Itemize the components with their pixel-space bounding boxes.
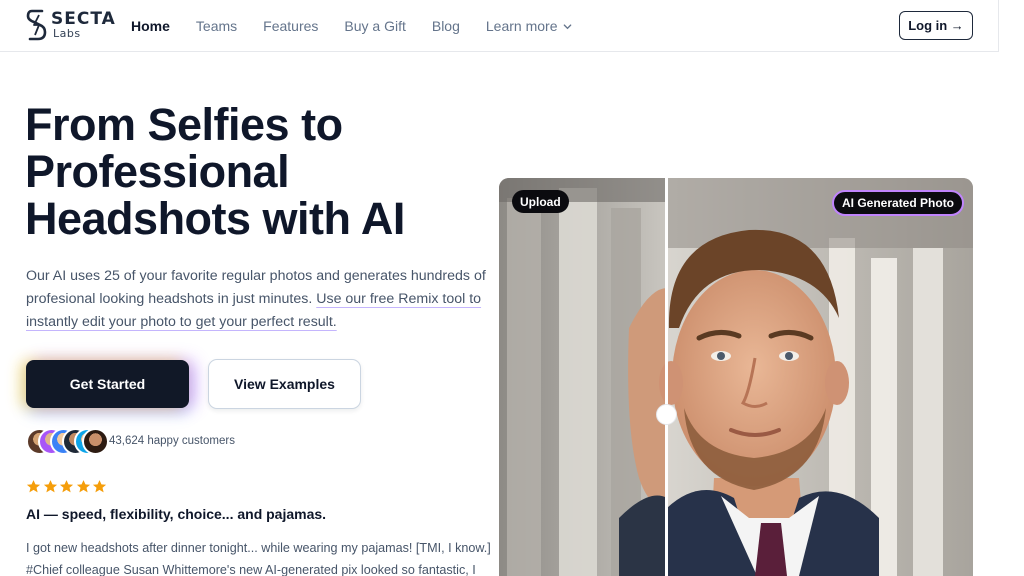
view-examples-button[interactable]: View Examples [208,359,361,409]
avatar [82,428,109,455]
upload-label: Upload [512,190,569,213]
star-icon [92,480,107,493]
nav-blog[interactable]: Blog [432,17,460,35]
star-icon [43,480,57,493]
star-icon [76,480,90,493]
headline-line-2: Professional [25,146,290,197]
login-button[interactable]: Log in → [899,11,973,40]
hero-description: Our AI uses 25 of your favorite regular … [26,265,496,334]
headline-line-1: From Selfies to [25,99,343,150]
get-started-button[interactable]: Get Started [26,360,189,408]
slider-handle-icon[interactable] [656,404,677,425]
review-body: I got new headshots after dinner tonight… [26,541,491,576]
nav-teams[interactable]: Teams [196,17,237,35]
nav-learn-more-label: Learn more [485,18,558,34]
customer-avatars [26,428,109,455]
site-header: SECTA Labs Home Teams Features Buy a Gif… [0,0,998,52]
logo-icon [26,9,47,41]
nav-home[interactable]: Home [131,17,170,35]
comparison-divider[interactable] [665,178,668,576]
happy-customers-count: 43,624 happy customers [109,435,235,447]
headline-line-3: Headshots with AI [25,193,405,244]
chevron-down-icon [564,23,572,29]
main-nav: Home Teams Features Buy a Gift Blog Lear… [131,17,598,35]
nav-features[interactable]: Features [263,17,318,35]
star-icon [59,480,74,493]
brand-subtitle: Labs [53,27,81,40]
brand-name: SECTA [51,9,116,29]
brand-logo[interactable]: SECTA Labs [26,9,116,43]
nav-buy-a-gift[interactable]: Buy a Gift [344,17,405,35]
review-rating [26,479,109,494]
headshot-comparison-image [499,178,973,576]
header-edge-divider [998,0,999,52]
hero-headline: From Selfies to Professional Headshots w… [25,101,485,242]
ai-generated-label: AI Generated Photo [832,190,965,216]
nav-learn-more[interactable]: Learn more [486,17,573,35]
review-title: AI — speed, flexibility, choice... and p… [26,506,327,522]
star-icon [26,480,41,493]
before-after-comparison[interactable] [499,178,973,576]
